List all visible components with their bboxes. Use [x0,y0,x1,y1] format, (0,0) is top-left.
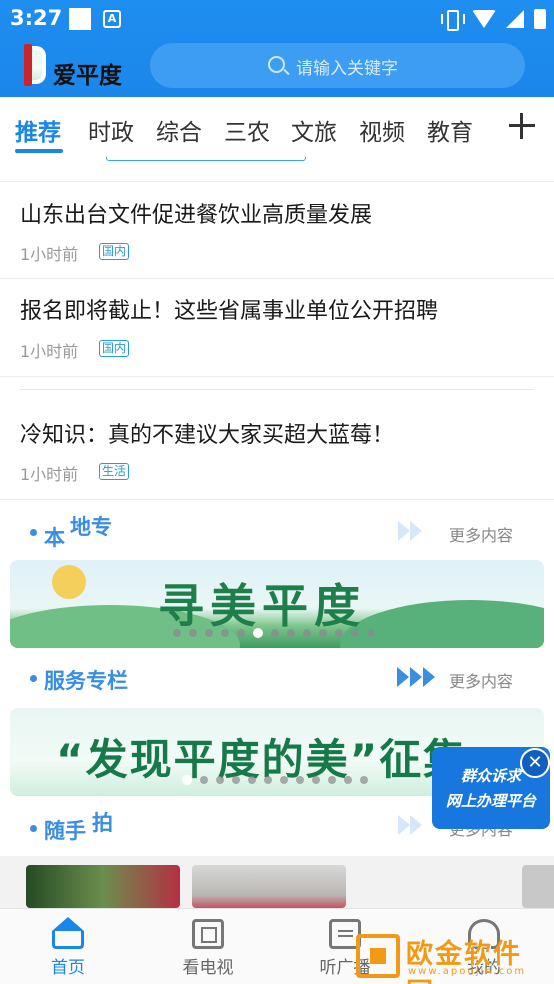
banner-pager [182,775,368,785]
tab-culture-tourism[interactable]: 文旅 [291,113,337,147]
chevron-right-icon [397,667,409,687]
chevron-right-icon [410,667,422,687]
watermark-logo-icon [356,934,400,978]
wifi-icon [472,10,496,28]
signal-icon [506,10,524,28]
notification-square-icon [69,8,91,30]
chevron-right-icon [410,521,422,541]
photo-thumbnail[interactable] [26,865,180,908]
tv-icon [192,919,224,949]
banner-pager [173,628,375,638]
nav-tv[interactable]: 看电视 [148,909,268,984]
chevron-right-icon [398,815,410,835]
article-time: 1小时前 [20,465,79,484]
section-local-header: 本 地专 更多内容 [0,501,554,559]
article-title: 山东出台文件促进餐饮业高质量发展 [20,203,373,228]
bullet-icon [30,825,37,832]
local-banner[interactable]: 寻美平度 [10,560,544,648]
status-icons [440,8,546,31]
tab-politics[interactable]: 时政 [88,113,134,147]
category-tabs: 推荐 时政 综合 三农 文旅 视频 教育 [0,97,554,157]
close-icon[interactable]: ✕ [520,748,550,778]
tab-general[interactable]: 综合 [156,113,202,147]
article-title: 冷知识：真的不建议大家买超大蓝莓！ [20,423,395,448]
more-link[interactable]: 更多内容 [449,522,513,546]
banner-title: 寻美平度 [158,579,366,633]
article-title: 报名即将截止！这些省属事业单位公开招聘 [20,299,439,324]
search-placeholder: 请输入关键字 [296,59,398,79]
add-tab-icon[interactable] [509,113,535,139]
nav-label: 首页 [51,958,85,978]
snapshot-photos [0,856,554,908]
card-line-2: 网上办理平台 [445,792,536,810]
tab-education[interactable]: 教育 [427,113,473,147]
header-bar: 3:27 A 爱平度 请输入关键字 [0,0,554,97]
list-item[interactable]: 冷知识：真的不建议大家买超大蓝莓！ 1小时前 生活 [0,397,554,500]
section-title-part: 本 [44,526,65,550]
tab-agriculture[interactable]: 三农 [224,113,270,147]
section-title-part: 拍 [92,811,113,835]
bullet-icon [30,529,37,536]
active-tab-indicator [15,149,63,153]
chevron-right-icon [398,521,410,541]
app-logo-icon [24,44,46,86]
app-screen: 3:27 A 爱平度 请输入关键字 推荐 时政 综合 三农 文旅 视频 教育 山… [0,0,554,984]
photo-thumbnail[interactable] [522,865,554,908]
partial-list-item [20,157,310,161]
section-title-part: 随手 [44,819,86,843]
home-icon [52,917,84,931]
vibrate-icon [440,8,465,31]
status-time: 3:27 [10,6,63,30]
article-time: 1小时前 [20,342,79,361]
article-time: 1小时前 [20,245,79,264]
article-tag: 国内 [99,340,130,357]
nav-label: 看电视 [182,958,234,978]
app-notification-icon: A [103,10,121,28]
section-service-header: 服务专栏 更多内容 [0,649,554,707]
chevron-right-icon [423,667,435,687]
article-tag: 国内 [99,243,130,260]
status-bar: 3:27 A [0,0,554,38]
nav-home[interactable]: 首页 [8,909,128,984]
divider [20,389,534,390]
watermark-url: www.apoujin.com [408,966,527,977]
article-tag: 生活 [99,463,130,480]
brand-name: 爱平度 [53,63,122,89]
more-link[interactable]: 更多内容 [449,668,513,692]
chevron-right-icon [410,815,422,835]
section-title: 服务专栏 [44,669,128,693]
tab-recommend[interactable]: 推荐 [15,113,61,147]
bullet-icon [30,675,37,682]
search-input[interactable]: 请输入关键字 [150,43,525,88]
list-item[interactable]: 报名即将截止！这些省属事业单位公开招聘 1小时前 国内 [0,279,554,377]
tab-video[interactable]: 视频 [359,113,405,147]
watermark: 欧金软件园 www.apoujin.com [352,930,550,984]
section-title-part: 地专 [70,515,112,539]
battery-icon [534,9,546,29]
photo-thumbnail[interactable] [192,865,346,908]
search-icon [268,56,285,73]
list-item[interactable]: 山东出台文件促进餐饮业高质量发展 1小时前 国内 [0,182,554,279]
sun-illustration [52,565,86,599]
